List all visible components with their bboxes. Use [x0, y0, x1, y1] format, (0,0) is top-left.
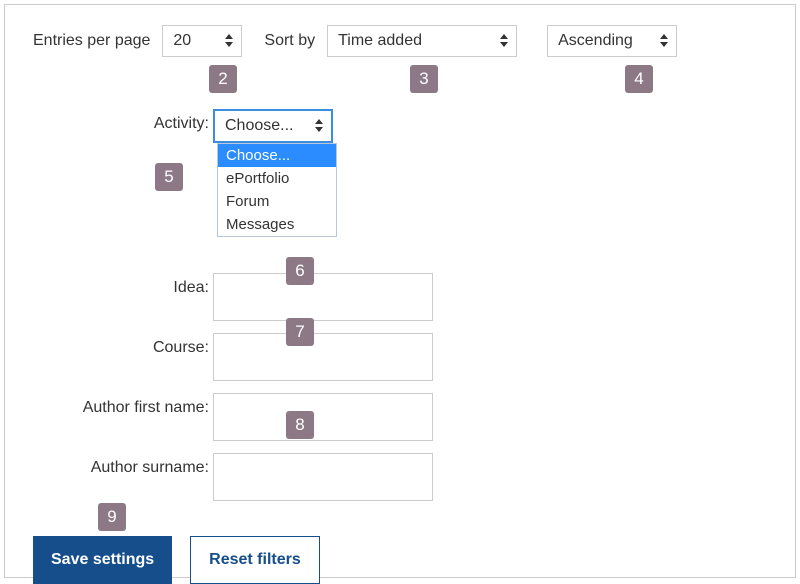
- entries-per-page-select[interactable]: 20: [162, 25, 242, 57]
- callout-badge-9: 9: [98, 503, 126, 531]
- callout-badge-6: 6: [286, 257, 314, 285]
- course-label: Course:: [33, 333, 213, 357]
- entries-per-page-label: Entries per page: [33, 32, 150, 50]
- idea-input[interactable]: [213, 273, 433, 321]
- course-input[interactable]: [213, 333, 433, 381]
- idea-label: Idea:: [33, 273, 213, 297]
- activity-select[interactable]: Choose...: [213, 109, 333, 143]
- save-settings-button[interactable]: Save settings: [33, 536, 172, 584]
- activity-option-choose[interactable]: Choose...: [218, 144, 336, 167]
- callout-badge-3: 3: [410, 65, 438, 93]
- callout-badge-7: 7: [286, 318, 314, 346]
- sort-by-select[interactable]: Time added: [327, 25, 517, 57]
- activity-option-eportfolio[interactable]: ePortfolio: [218, 167, 336, 190]
- sort-by-label: Sort by: [264, 32, 315, 50]
- callout-badge-4: 4: [625, 65, 653, 93]
- author-first-input[interactable]: [213, 393, 433, 441]
- callout-badge-8: 8: [286, 411, 314, 439]
- callout-badge-5: 5: [155, 163, 183, 191]
- callout-badge-2: 2: [209, 65, 237, 93]
- activity-label: Activity:: [33, 109, 213, 133]
- activity-option-messages[interactable]: Messages: [218, 213, 336, 236]
- activity-option-forum[interactable]: Forum: [218, 190, 336, 213]
- sort-order-select[interactable]: Ascending: [547, 25, 677, 57]
- sort-by-value: Time added: [338, 32, 422, 50]
- reset-filters-button[interactable]: Reset filters: [190, 536, 320, 584]
- author-surname-label: Author surname:: [33, 453, 213, 477]
- activity-value: Choose...: [225, 117, 293, 135]
- author-surname-input[interactable]: [213, 453, 433, 501]
- activity-dropdown[interactable]: Choose... ePortfolio Forum Messages: [217, 143, 337, 237]
- author-first-label: Author first name:: [33, 393, 213, 417]
- sort-order-value: Ascending: [558, 32, 633, 50]
- entries-per-page-value: 20: [173, 32, 191, 50]
